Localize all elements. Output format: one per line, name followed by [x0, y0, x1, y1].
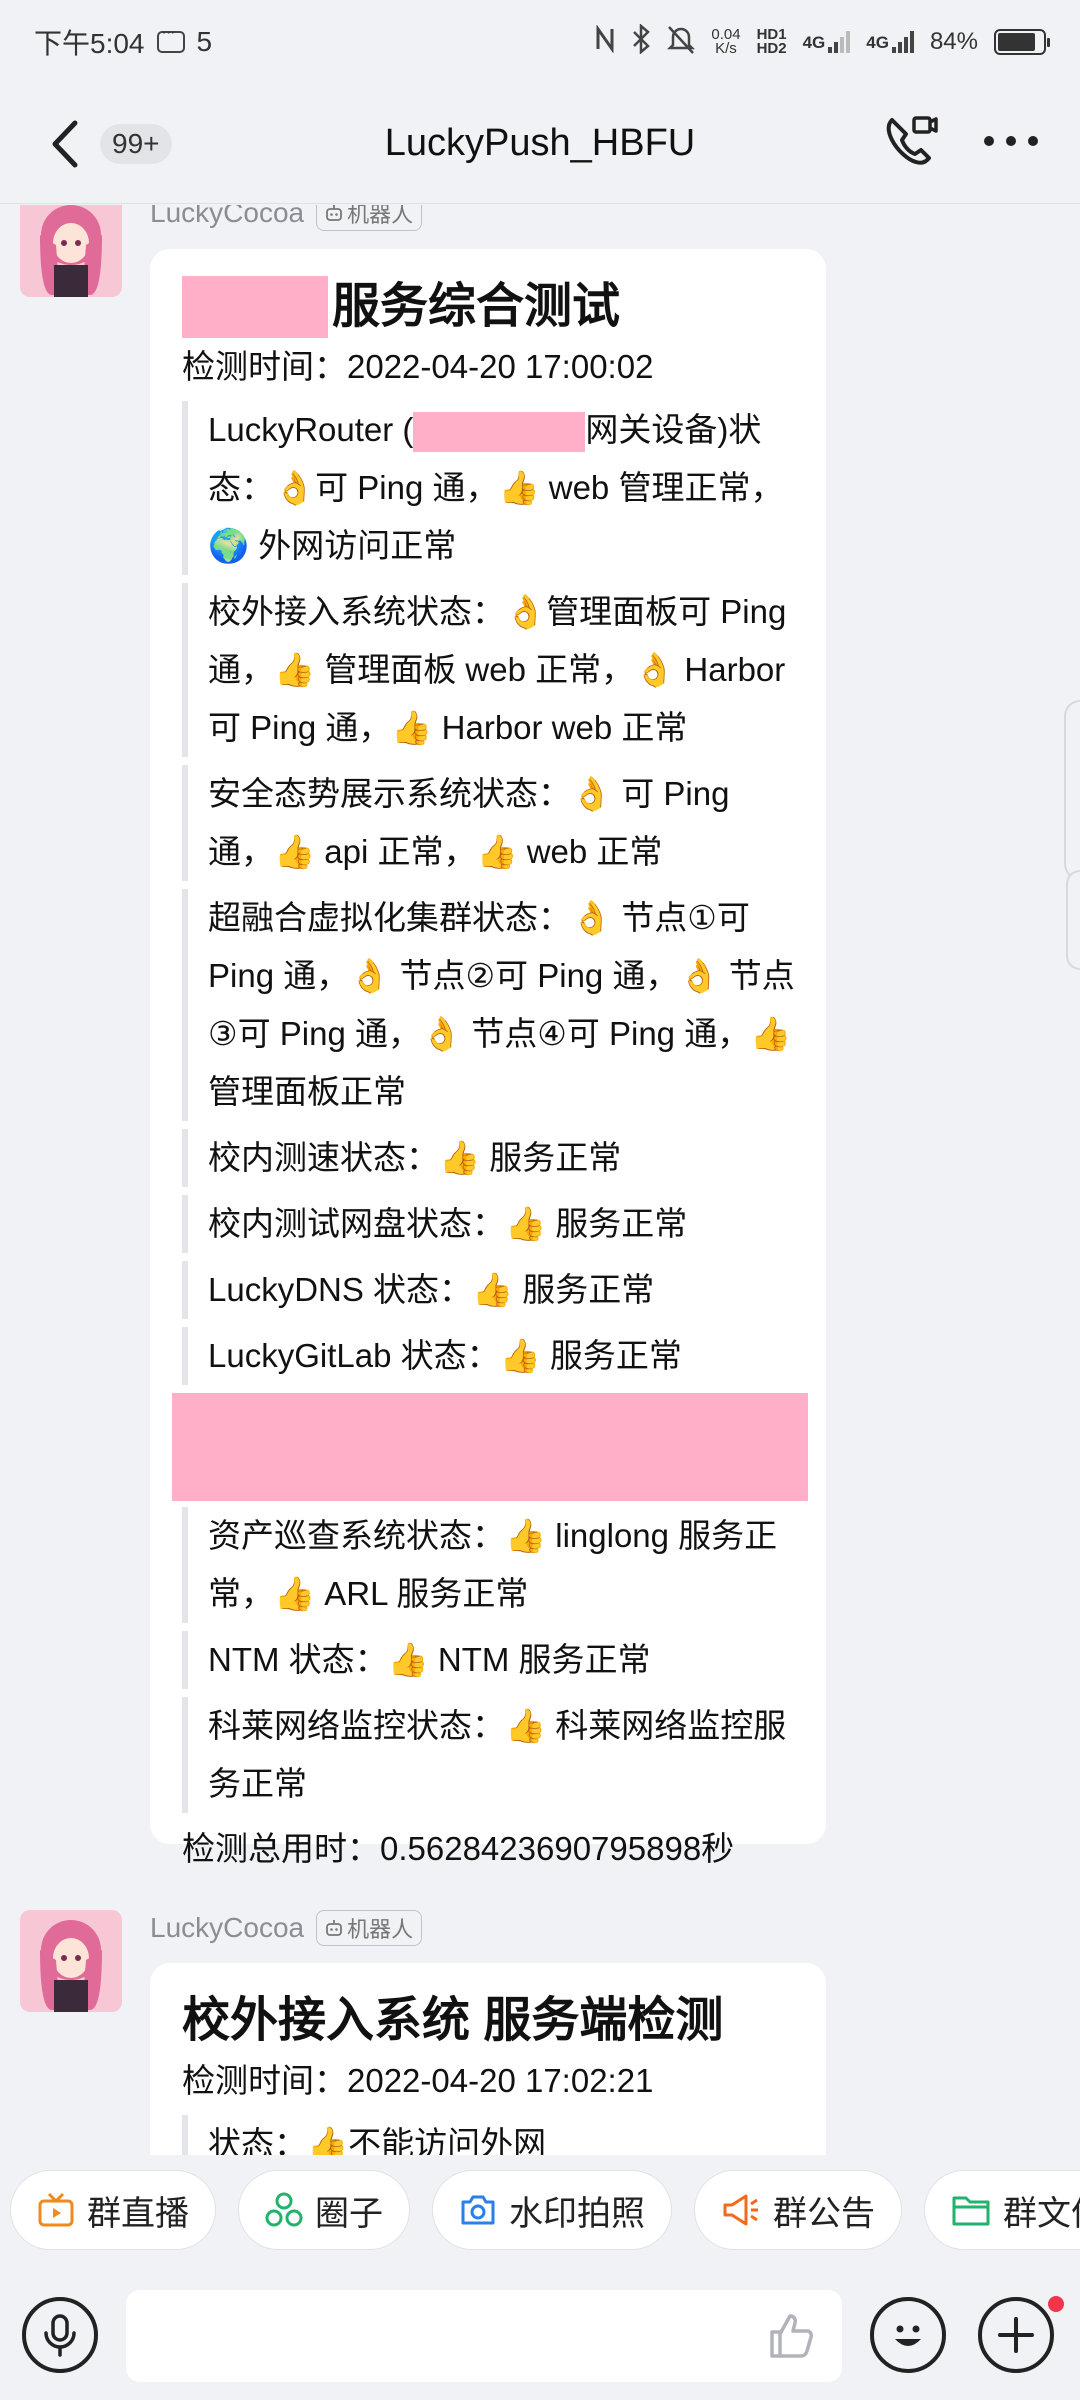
status-item: 安全态势展示系统状态：👌 可 Ping 通，👍 api 正常，👍 web 正常: [182, 765, 804, 881]
bluetooth-icon: [631, 23, 651, 60]
shortcut-label: 圈子: [315, 2194, 383, 2233]
check-time: 检测时间：2022-04-20 17:00:02: [182, 348, 654, 385]
folder-icon: [952, 2196, 990, 2226]
network-speed: 0.04 K/s: [711, 27, 740, 57]
notification-count: 5: [196, 26, 213, 57]
chat-header: 99+ LuckyPush_HBFU: [0, 84, 1080, 204]
chat-messages[interactable]: LuckyCocoa 机器人 服务综合测试 检测时间：2022-04-20 17…: [0, 205, 1080, 2155]
megaphone-icon: [723, 2194, 758, 2226]
message-title-text: 服务综合测试: [332, 280, 621, 333]
status-item: 状态：👍不能访问外网: [182, 2115, 804, 2155]
anime-avatar-icon: [20, 205, 122, 297]
redaction-block: [172, 1393, 808, 1501]
status-item: NTM 状态：👍 NTM 服务正常: [182, 1631, 804, 1689]
sender-info: LuckyCocoa 机器人: [150, 205, 423, 231]
notification-dot: [1048, 2296, 1064, 2312]
shortcut-live[interactable]: 群直播: [10, 2170, 216, 2250]
nfc-icon: [595, 24, 615, 59]
signal-2-label: 4G: [866, 33, 889, 52]
shortcut-label: 水印拍照: [509, 2194, 645, 2233]
robot-icon: [326, 1920, 342, 1936]
signal-1-label: 4G: [802, 33, 826, 52]
shortcut-watermark-camera[interactable]: 水印拍照: [432, 2170, 672, 2250]
more-actions-button[interactable]: [978, 2297, 1054, 2373]
plus-icon: [998, 2317, 1034, 2353]
hd-indicator: HD1 HD2: [756, 27, 787, 57]
input-bar: [0, 2270, 1080, 2400]
unread-badge[interactable]: 99+: [100, 123, 172, 164]
smiley-icon: [895, 2325, 921, 2346]
status-time: 下午5:04: [34, 28, 145, 59]
status-item: 校外接入系统状态：👌管理面板可 Ping 通，👍 管理面板 web 正常，👌 H…: [182, 583, 804, 757]
status-item: LuckyDNS 状态：👍 服务正常: [182, 1261, 804, 1319]
message-title: 服务综合测试: [172, 275, 804, 339]
status-bar: 下午5:04 5 0.04 K/s HD1 HD2 4G 4G 84%: [0, 0, 1080, 84]
shortcut-announcement[interactable]: 群公告: [694, 2170, 902, 2250]
signal-1: 4G: [803, 31, 851, 53]
battery-icon: [994, 29, 1050, 55]
emoji-button[interactable]: [870, 2297, 946, 2373]
shortcut-label: 群直播: [87, 2194, 189, 2233]
sender-name[interactable]: LuckyCocoa: [150, 1912, 304, 1944]
robot-tag-label: 机器人: [347, 205, 414, 227]
total-time: 检测总用时：0.5628423690795898秒: [182, 1830, 735, 1867]
shortcut-circle[interactable]: 圈子: [238, 2170, 410, 2250]
status-item: 科莱网络监控状态：👍 科莱网络监控服务正常: [182, 1697, 804, 1813]
battery-percent: 84%: [929, 28, 978, 55]
speed-unit: K/s: [715, 40, 737, 57]
more-dots-icon: [984, 136, 1038, 146]
chevron-left-icon: [52, 120, 78, 167]
status-item: 超融合虚拟化集群状态：👌 节点①可 Ping 通，👌 节点②可 Ping 通，👌…: [182, 889, 804, 1121]
robot-tag-label: 机器人: [347, 1917, 414, 1942]
status-item-text: 👌可 Ping 通，👍 web 管理正常，🌍 外网访问正常: [208, 469, 784, 564]
tv-live-icon: [38, 2192, 74, 2227]
shortcut-bar: 群直播 圈子 水印拍照 群公告 群文件: [0, 2170, 1080, 2260]
avatar[interactable]: [20, 205, 122, 297]
message-bubble[interactable]: 校外接入系统 服务端检测 检测时间：2022-04-20 17:02:21 状态…: [150, 1963, 826, 2155]
status-item: LuckyGitLab 状态：👍 服务正常: [182, 1327, 804, 1385]
message-notification-icon: [156, 24, 185, 53]
robot-tag: 机器人: [316, 205, 423, 231]
signal-bars-icon: [891, 31, 914, 53]
status-item: LuckyRouter (网关设备)状态：👌可 Ping 通，👍 web 管理正…: [182, 401, 804, 575]
check-time: 检测时间：2022-04-20 17:02:21: [182, 2062, 654, 2099]
redaction-block: [182, 276, 328, 338]
hd2-label: HD2: [756, 40, 787, 57]
message-input[interactable]: [126, 2290, 842, 2382]
status-item: 校内测试网盘状态：👍 服务正常: [182, 1195, 804, 1253]
back-button[interactable]: [30, 109, 100, 179]
mute-bell-icon: [667, 24, 696, 60]
sender-info: LuckyCocoa 机器人: [150, 1910, 423, 1946]
shortcut-label: 群公告: [773, 2194, 875, 2233]
status-item: 校内测速状态：👍 服务正常: [182, 1129, 804, 1187]
redaction-block: [413, 412, 586, 453]
voice-button[interactable]: [22, 2297, 98, 2373]
thumbs-up-icon[interactable]: [766, 2310, 818, 2362]
microphone-icon: [44, 2314, 76, 2357]
message-title: 校外接入系统 服务端检测: [182, 1994, 724, 2047]
signal-bars-icon: [828, 31, 851, 53]
shortcut-label: 群文件: [1003, 2194, 1080, 2233]
robot-icon: [326, 205, 342, 221]
anime-avatar-icon: [20, 1910, 122, 2012]
signal-2: 4G: [866, 31, 914, 53]
status-item-prefix: LuckyRouter (: [208, 411, 414, 448]
side-handle[interactable]: [1064, 700, 1080, 880]
avatar[interactable]: [20, 1910, 122, 2012]
camera-icon: [461, 2195, 495, 2225]
video-call-button[interactable]: [882, 112, 940, 175]
message-bubble[interactable]: 服务综合测试 检测时间：2022-04-20 17:00:02 LuckyRou…: [150, 249, 826, 1867]
phone-video-icon: [886, 116, 938, 165]
sender-name[interactable]: LuckyCocoa: [150, 205, 304, 229]
side-handle[interactable]: [1066, 870, 1080, 970]
more-options-button[interactable]: [982, 133, 1040, 154]
status-item: 资产巡查系统状态：👍 linglong 服务正常，👍 ARL 服务正常: [182, 1507, 804, 1623]
robot-tag: 机器人: [316, 1910, 423, 1946]
circle-group-icon: [265, 2192, 303, 2227]
shortcut-files[interactable]: 群文件: [924, 2170, 1080, 2250]
